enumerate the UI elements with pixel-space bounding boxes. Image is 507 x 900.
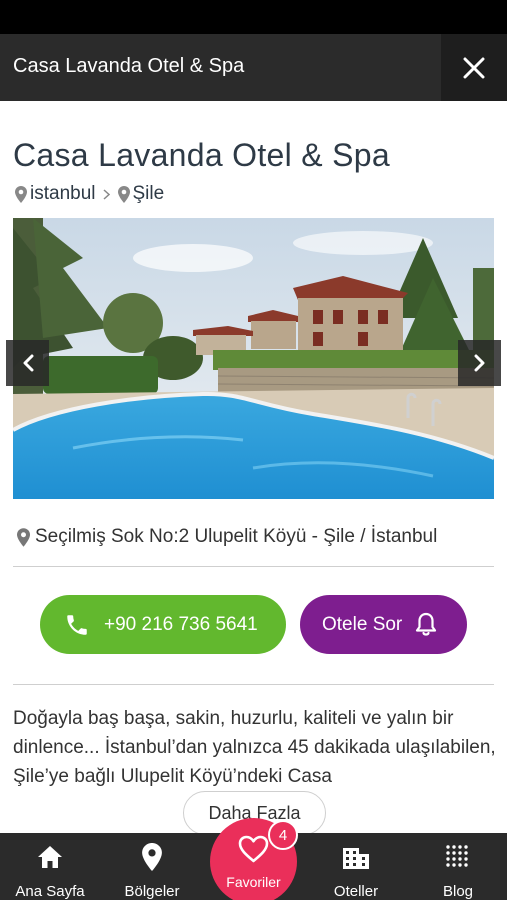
call-button-label: +90 216 736 5641 (104, 613, 258, 635)
breadcrumb-district[interactable]: Şile (133, 183, 165, 205)
hotel-photo-gallery[interactable] (13, 218, 494, 499)
nav-home[interactable]: Ana Sayfa (0, 833, 100, 900)
nav-hotels[interactable]: Oteller (306, 833, 406, 900)
close-icon (463, 57, 485, 78)
building-icon (341, 843, 371, 871)
chevron-right-icon (474, 354, 484, 372)
phone-icon (64, 612, 90, 638)
close-button[interactable] (441, 34, 507, 101)
bell-icon (414, 612, 438, 638)
nav-blog-label: Blog (442, 883, 474, 900)
header-title: Casa Lavanda Otel & Spa (13, 55, 245, 77)
nav-home-label: Ana Sayfa (15, 883, 85, 900)
gallery-prev-button[interactable] (6, 340, 49, 386)
hotel-title: Casa Lavanda Otel & Spa (13, 137, 390, 173)
dots-grid-icon (445, 843, 471, 871)
nav-blog[interactable]: Blog (408, 833, 507, 900)
breadcrumb: istanbul Şile (15, 183, 164, 205)
favorites-count-badge: 4 (268, 820, 298, 850)
gallery-next-button[interactable] (458, 340, 501, 386)
home-icon (36, 843, 64, 871)
chevron-right-icon (102, 188, 110, 200)
ask-hotel-button[interactable]: Otele Sor (300, 595, 467, 654)
status-bar (0, 0, 507, 34)
nav-regions-label: Bölgeler (124, 883, 180, 900)
chevron-left-icon (23, 354, 33, 372)
hotel-photo (13, 218, 494, 499)
location-pin-icon (117, 185, 130, 203)
location-pin-icon (142, 843, 162, 871)
location-pin-icon (15, 185, 27, 203)
ask-button-label: Otele Sor (322, 613, 403, 635)
nav-regions[interactable]: Bölgeler (102, 833, 202, 900)
address-text: Seçilmiş Sok No:2 Ulupelit Köyü - Şile /… (35, 526, 438, 547)
heart-icon (237, 834, 270, 869)
divider (13, 566, 494, 567)
nav-favorites-label: Favoriler (226, 874, 281, 890)
nav-hotels-label: Oteller (333, 883, 379, 900)
location-pin-icon (17, 527, 30, 547)
app-header: Casa Lavanda Otel & Spa (0, 34, 507, 101)
breadcrumb-city[interactable]: istanbul (30, 183, 96, 205)
call-hotel-button[interactable]: +90 216 736 5641 (40, 595, 286, 654)
hotel-description: Doğayla baş başa, sakin, huzurlu, kalite… (13, 708, 496, 787)
hotel-address: Seçilmiş Sok No:2 Ulupelit Köyü - Şile /… (17, 526, 437, 548)
divider (13, 684, 494, 685)
